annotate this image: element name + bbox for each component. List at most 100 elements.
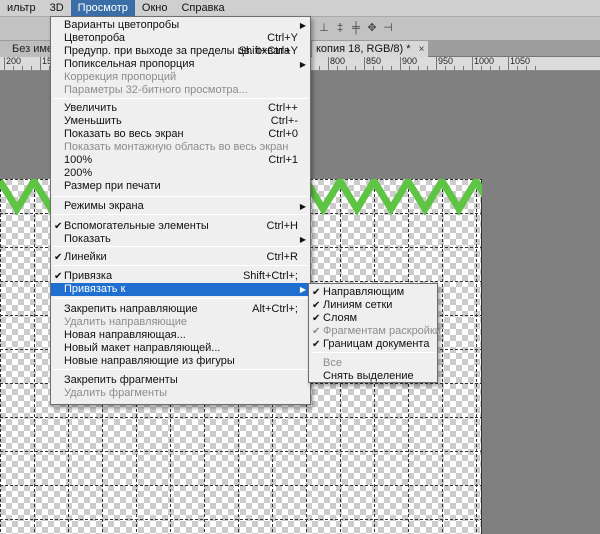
menu-item-label: Фрагментам раскройки [323, 325, 441, 337]
menu-item-label: Направляющим [323, 286, 405, 298]
menu-item-label: Увеличить [64, 102, 118, 114]
view-menu-item-24[interactable]: Закрепить фрагменты [51, 374, 310, 387]
submenu-arrow-icon: ▶ [299, 285, 306, 294]
view-menu-item-19[interactable]: Закрепить направляющие Alt+Ctrl+; [51, 303, 310, 316]
menu-help[interactable]: Справка [174, 0, 231, 17]
menu-3d[interactable]: 3D [43, 0, 71, 17]
menu-separator [311, 352, 435, 353]
menu-item-label: Границам документа [323, 338, 430, 350]
menu-separator [53, 214, 308, 215]
view-menu-item-7[interactable]: Уменьшить Ctrl+- [51, 115, 310, 128]
view-menu-item-12[interactable]: Размер при печати [51, 180, 310, 193]
menu-filter[interactable]: ильтр [0, 0, 43, 17]
check-icon: ✔ [312, 287, 321, 298]
menu-item-shortcut: Ctrl++ [268, 102, 298, 114]
menu-item-shortcut: Alt+Ctrl+; [252, 303, 298, 315]
menu-separator [53, 98, 308, 99]
menu-item-label: Все [323, 357, 342, 369]
snap-menu-item-1[interactable]: ✔ Линиям сетки [309, 299, 437, 312]
ruler-label: 800 [330, 57, 346, 66]
menu-item-label: Параметры 32-битного просмотра... [64, 84, 248, 96]
submenu-arrow-icon: ▶ [299, 21, 306, 30]
menu-separator [53, 298, 308, 299]
check-icon: ✔ [54, 271, 63, 282]
menu-item-shortcut: Ctrl+- [270, 115, 298, 127]
align-right-icon[interactable]: ⊣ [382, 21, 394, 35]
submenu-arrow-icon: ▶ [299, 235, 306, 244]
menu-separator [53, 246, 308, 247]
check-icon: ✔ [54, 221, 63, 232]
menu-item-label: Удалить фрагменты [64, 387, 168, 399]
view-menu-item-17[interactable]: ✔ Привязка Shift+Ctrl+; [51, 270, 310, 283]
menu-item-label: Показать [64, 233, 111, 245]
view-menu-item-22[interactable]: Новый макет направляющей... [51, 342, 310, 355]
view-menu-item-11[interactable]: 200% [51, 167, 310, 180]
snap-menu-item-0[interactable]: ✔ Направляющим [309, 286, 437, 299]
check-icon: ✔ [312, 326, 321, 337]
menu-item-label: Новая направляющая... [64, 329, 186, 341]
check-icon: ✔ [54, 252, 63, 263]
view-menu-item-0[interactable]: Варианты цветопробы ▶ [51, 19, 310, 32]
menu-item-label: Уменьшить [64, 115, 122, 127]
view-menu-item-21[interactable]: Новая направляющая... [51, 329, 310, 342]
menu-separator [53, 265, 308, 266]
menu-item-label: Варианты цветопробы [64, 19, 180, 31]
submenu-arrow-icon: ▶ [299, 60, 306, 69]
close-icon[interactable]: × [419, 44, 425, 55]
menu-view[interactable]: Просмотр [70, 0, 135, 17]
view-menu-item-5: Параметры 32-битного просмотра... [51, 84, 310, 97]
submenu-arrow-icon: ▶ [299, 202, 306, 211]
distribute-center-icon[interactable]: ✥ [366, 21, 378, 35]
view-menu-item-1[interactable]: Цветопроба Ctrl+Y [51, 32, 310, 45]
snap-menu-item-2[interactable]: ✔ Слоям [309, 312, 437, 325]
align-icon[interactable]: ⊥ [318, 21, 330, 35]
view-menu-item-25: Удалить фрагменты [51, 387, 310, 400]
snap-menu-item-5: Все [309, 357, 437, 370]
view-menu-item-8[interactable]: Показать во весь экран Ctrl+0 [51, 128, 310, 141]
document-tab-active[interactable]: копия 18, RGB/8) * × [312, 41, 429, 57]
menu-item-label: Показать во весь экран [64, 128, 184, 140]
menu-item-label: 200% [64, 167, 93, 179]
snap-menu-item-6[interactable]: Снять выделение [309, 370, 437, 383]
check-icon: ✔ [312, 313, 321, 324]
snap-menu-item-4[interactable]: ✔ Границам документа [309, 338, 437, 351]
menu-item-label: Режимы экрана [64, 200, 144, 212]
ruler-label: 200 [6, 57, 22, 66]
menu-item-label: 100% [64, 154, 93, 166]
view-menu-item-16[interactable]: ✔ Линейки Ctrl+R [51, 251, 310, 264]
tab-title-active: копия 18, RGB/8) * [316, 43, 411, 55]
menu-item-shortcut: Shift+Ctrl+; [242, 270, 298, 282]
menu-item-label: Закрепить фрагменты [64, 374, 178, 386]
menu-item-label: Цветопроба [64, 32, 125, 44]
view-menu-item-14[interactable]: ✔ Вспомогательные элементы Ctrl+H [51, 220, 310, 233]
view-menu-item-6[interactable]: Увеличить Ctrl++ [51, 102, 310, 115]
align-center-icon[interactable]: ╪ [350, 21, 362, 35]
view-menu-item-15[interactable]: Показать ▶ [51, 233, 310, 246]
view-menu-item-23[interactable]: Новые направляющие из фигуры [51, 355, 310, 368]
menu-window[interactable]: Окно [135, 0, 175, 17]
menu-item-label: Линейки [64, 251, 107, 263]
view-menu-item-13[interactable]: Режимы экрана ▶ [51, 200, 310, 213]
ruler-label: 900 [402, 57, 418, 66]
menu-item-label: Линиям сетки [323, 299, 393, 311]
view-menu-item-2[interactable]: Предупр. при выходе за пределы цв. охват… [51, 45, 310, 58]
snap-menu-item-3: ✔ Фрагментам раскройки [309, 325, 441, 338]
menu-item-label: Закрепить направляющие [64, 303, 198, 315]
view-menu-item-3[interactable]: Попиксельная пропорция ▶ [51, 58, 310, 71]
menu-bar: ильтр 3D Просмотр Окно Справка [0, 0, 600, 17]
menu-item-label: Показать монтажную область во весь экран [64, 141, 289, 153]
ruler-label: 1000 [474, 57, 495, 66]
view-menu-item-20: Удалить направляющие [51, 316, 310, 329]
check-icon: ✔ [312, 339, 321, 350]
tool-options-icons: ⊥ ‡ ╪ ✥ ⊣ [318, 21, 394, 35]
menu-item-label: Снять выделение [323, 370, 414, 382]
menu-separator [53, 196, 308, 197]
view-menu-item-18[interactable]: Привязать к ▶ [51, 283, 310, 296]
view-menu-item-10[interactable]: 100% Ctrl+1 [51, 154, 310, 167]
menu-item-label: Новый макет направляющей... [64, 342, 221, 354]
distribute-icon[interactable]: ‡ [334, 21, 346, 35]
ruler-label: 950 [438, 57, 454, 66]
view-menu-item-4: Коррекция пропорций [51, 71, 310, 84]
menu-item-shortcut: Ctrl+0 [268, 128, 298, 140]
view-menu-item-9: Показать монтажную область во весь экран [51, 141, 310, 154]
